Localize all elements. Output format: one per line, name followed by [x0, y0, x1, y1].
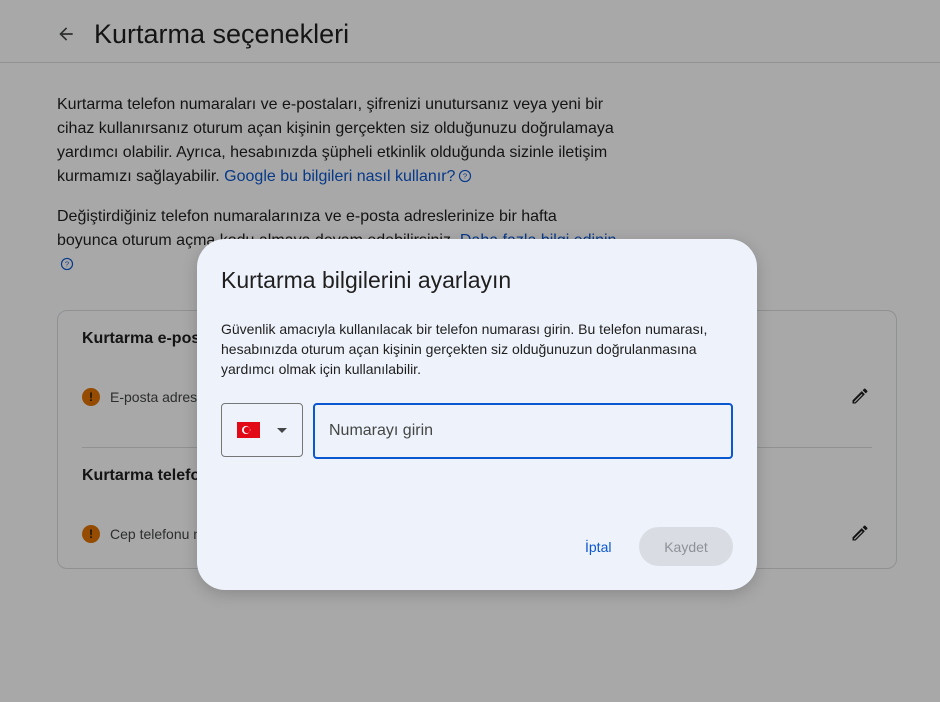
dialog-description: Güvenlik amacıyla kullanılacak bir telef… — [221, 321, 708, 377]
save-button[interactable]: Kaydet — [639, 527, 733, 566]
dialog-title: Kurtarma bilgilerini ayarlayın — [221, 267, 512, 293]
phone-number-input[interactable] — [313, 403, 733, 459]
country-code-select[interactable] — [221, 403, 303, 457]
cancel-button[interactable]: İptal — [577, 531, 619, 563]
dropdown-caret-icon — [277, 427, 287, 433]
set-recovery-info-dialog: Kurtarma bilgilerini ayarlayın Güvenlik … — [197, 239, 757, 590]
turkey-flag-icon — [237, 422, 260, 438]
